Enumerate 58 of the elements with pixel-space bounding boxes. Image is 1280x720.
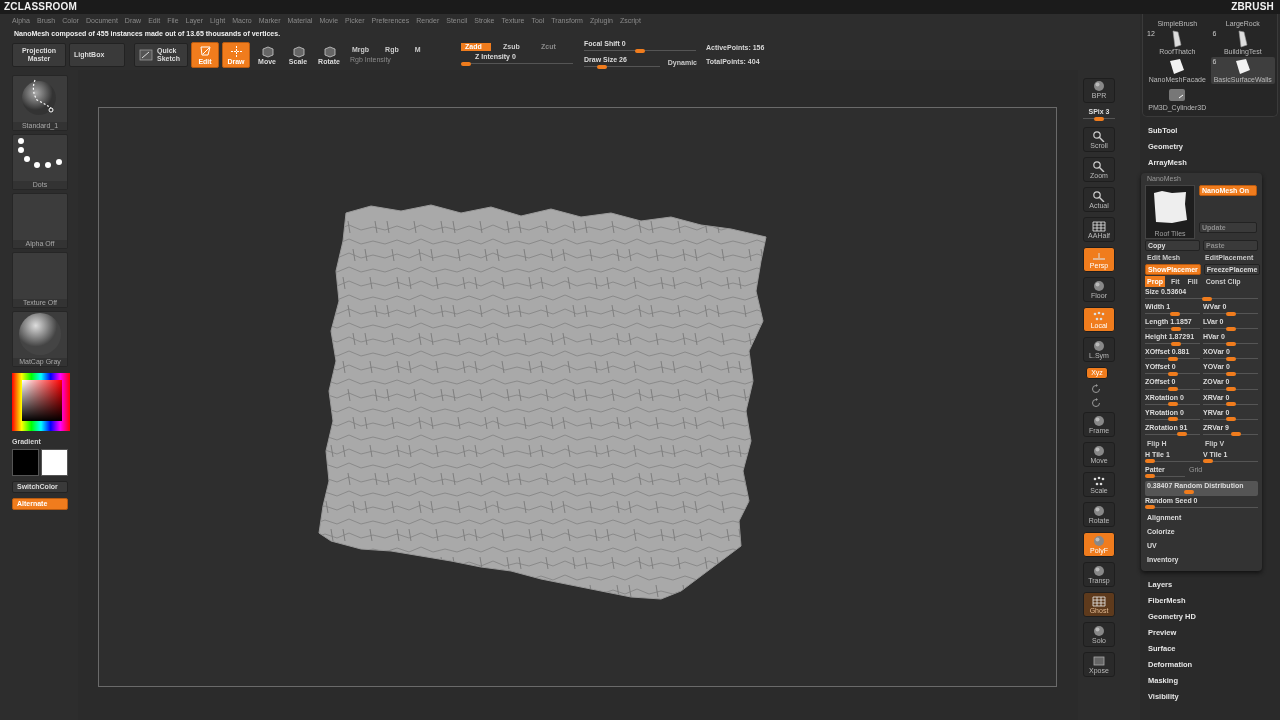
slider-thumb[interactable] xyxy=(1167,371,1178,376)
dots-icon xyxy=(1092,474,1106,487)
slider-thumb[interactable] xyxy=(1094,116,1104,121)
cube-icon xyxy=(322,44,336,58)
slider-thumb[interactable] xyxy=(1225,402,1236,407)
slider-thumb[interactable] xyxy=(1167,387,1178,391)
magnifier-icon xyxy=(1092,189,1106,202)
sphere-icon xyxy=(1092,444,1106,457)
logo-text: ZBRUSH xyxy=(1231,1,1274,13)
slider-thumb[interactable] xyxy=(1203,459,1213,464)
sphere-icon xyxy=(1092,504,1106,517)
saturation-square[interactable] xyxy=(22,380,62,421)
color-swatch[interactable] xyxy=(41,449,68,477)
slider-thumb[interactable] xyxy=(1225,371,1236,376)
slider-thumb[interactable] xyxy=(1225,356,1236,361)
slider-thumb[interactable] xyxy=(1145,474,1155,479)
slider-thumb[interactable] xyxy=(1167,402,1178,407)
dots-icon xyxy=(1092,309,1106,322)
logo-text: ZCLASSROOM xyxy=(4,1,78,13)
slider-thumb[interactable] xyxy=(1225,341,1236,346)
cube-icon xyxy=(291,44,305,58)
slider-thumb[interactable] xyxy=(461,61,471,66)
slider-thumb[interactable] xyxy=(1201,296,1212,301)
slider-thumb[interactable] xyxy=(1225,311,1236,316)
slider-thumb[interactable] xyxy=(1225,387,1236,391)
square-icon xyxy=(1092,654,1106,667)
slider-thumb[interactable] xyxy=(1170,326,1181,331)
slider-thumb[interactable] xyxy=(1169,311,1180,316)
sphere-icon xyxy=(1092,339,1106,352)
slider-thumb[interactable] xyxy=(1225,417,1236,422)
slider-thumb[interactable] xyxy=(1167,356,1178,361)
sphere-icon xyxy=(1092,624,1106,637)
sphere-icon xyxy=(1092,414,1106,427)
sketch-icon xyxy=(139,49,153,61)
sphere-icon xyxy=(1092,564,1106,577)
slider-thumb[interactable] xyxy=(597,64,608,69)
sphere-icon xyxy=(1092,279,1106,292)
slider-thumb[interactable] xyxy=(1230,432,1241,437)
slider-thumb[interactable] xyxy=(1225,326,1236,331)
color-swatch[interactable] xyxy=(12,449,39,477)
slider-thumb[interactable] xyxy=(635,48,645,53)
sphere-icon xyxy=(1092,80,1106,93)
slider-thumb[interactable] xyxy=(1177,432,1188,437)
magnifier-icon xyxy=(1092,129,1106,142)
slider-thumb[interactable] xyxy=(1167,417,1178,422)
hue-ring[interactable] xyxy=(12,373,70,431)
grid-icon xyxy=(1092,594,1106,607)
slider-thumb[interactable] xyxy=(1170,341,1181,346)
slider-thumb[interactable] xyxy=(1145,505,1155,510)
sphere-icon xyxy=(1092,534,1106,547)
cube-icon xyxy=(260,44,274,58)
crosshair-icon xyxy=(229,44,243,58)
magnifier-icon xyxy=(1092,159,1106,172)
tile-drawing xyxy=(1152,190,1188,225)
edit-icon xyxy=(198,44,212,58)
slider-thumb[interactable] xyxy=(1145,459,1155,464)
slider-thumb[interactable] xyxy=(1184,490,1195,495)
grid-icon xyxy=(1092,219,1106,232)
